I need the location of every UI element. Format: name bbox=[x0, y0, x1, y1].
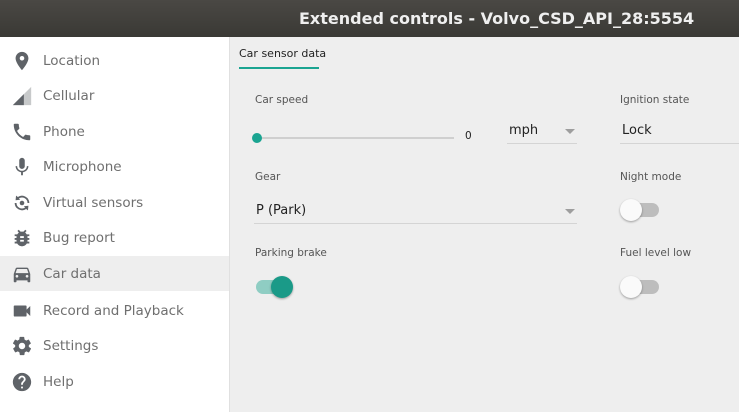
chevron-down-icon bbox=[565, 209, 575, 214]
sidebar-item-phone[interactable]: Phone bbox=[0, 114, 229, 149]
car-speed-value: 0 bbox=[465, 130, 472, 142]
car-speed-slider-thumb[interactable] bbox=[252, 133, 262, 143]
sidebar-item-label: Record and Playback bbox=[43, 302, 184, 319]
sidebar-item-record-and-playback[interactable]: Record and Playback bbox=[0, 293, 229, 328]
ignition-state-label: Ignition state bbox=[620, 94, 690, 106]
sidebar-item-label: Help bbox=[43, 373, 74, 390]
chevron-down-icon bbox=[565, 129, 575, 134]
sidebar: Location Cellular Phone Microphone Virtu… bbox=[0, 37, 230, 412]
car-data-panel: Car sensor data Car speed 0 mph Ignition… bbox=[230, 37, 739, 412]
window-title: Extended controls - Volvo_CSD_API_28:555… bbox=[299, 9, 695, 28]
ignition-state-select[interactable]: Lock bbox=[620, 120, 739, 144]
help-icon bbox=[11, 371, 33, 393]
sidebar-item-location[interactable]: Location bbox=[0, 43, 229, 78]
rotation-sensor-icon bbox=[11, 192, 33, 214]
gear-label: Gear bbox=[255, 171, 281, 183]
cellular-signal-icon bbox=[11, 85, 33, 107]
sidebar-item-help[interactable]: Help bbox=[0, 364, 229, 399]
parking-brake-label: Parking brake bbox=[255, 247, 327, 259]
speed-unit-select[interactable]: mph bbox=[507, 120, 577, 144]
bug-icon bbox=[11, 227, 33, 249]
sidebar-item-label: Settings bbox=[43, 337, 99, 354]
car-speed-slider-track[interactable] bbox=[256, 137, 454, 139]
fuel-level-low-label: Fuel level low bbox=[620, 247, 692, 259]
sidebar-item-label: Cellular bbox=[43, 87, 95, 104]
night-mode-toggle[interactable] bbox=[620, 198, 660, 222]
sidebar-item-label: Location bbox=[43, 52, 101, 69]
sidebar-item-cellular[interactable]: Cellular bbox=[0, 78, 229, 113]
speed-unit-value: mph bbox=[509, 123, 539, 138]
gear-select[interactable]: P (Park) bbox=[254, 200, 577, 224]
sidebar-item-settings[interactable]: Settings bbox=[0, 328, 229, 363]
sidebar-item-virtual-sensors[interactable]: Virtual sensors bbox=[0, 185, 229, 220]
sidebar-item-label: Virtual sensors bbox=[43, 194, 144, 211]
sidebar-item-label: Microphone bbox=[43, 158, 122, 175]
phone-icon bbox=[11, 121, 33, 143]
sidebar-item-microphone[interactable]: Microphone bbox=[0, 149, 229, 184]
parking-brake-toggle[interactable] bbox=[253, 275, 293, 299]
ignition-state-value: Lock bbox=[622, 123, 652, 138]
sidebar-item-label: Phone bbox=[43, 123, 85, 140]
video-camera-icon bbox=[11, 300, 33, 322]
car-speed-label: Car speed bbox=[255, 94, 309, 106]
gear-icon bbox=[11, 335, 33, 357]
sidebar-item-bug-report[interactable]: Bug report bbox=[0, 220, 229, 255]
sidebar-item-car-data[interactable]: Car data bbox=[0, 256, 229, 291]
microphone-icon bbox=[11, 156, 33, 178]
car-icon bbox=[11, 263, 33, 285]
fuel-level-low-toggle[interactable] bbox=[620, 275, 660, 299]
night-mode-label: Night mode bbox=[620, 171, 682, 183]
sidebar-item-label: Car data bbox=[43, 265, 101, 282]
location-pin-icon bbox=[11, 50, 33, 72]
tab-car-sensor-data[interactable]: Car sensor data bbox=[239, 47, 326, 69]
sidebar-item-label: Bug report bbox=[43, 229, 115, 246]
window-titlebar: Extended controls - Volvo_CSD_API_28:555… bbox=[0, 0, 739, 37]
gear-value: P (Park) bbox=[256, 203, 307, 218]
